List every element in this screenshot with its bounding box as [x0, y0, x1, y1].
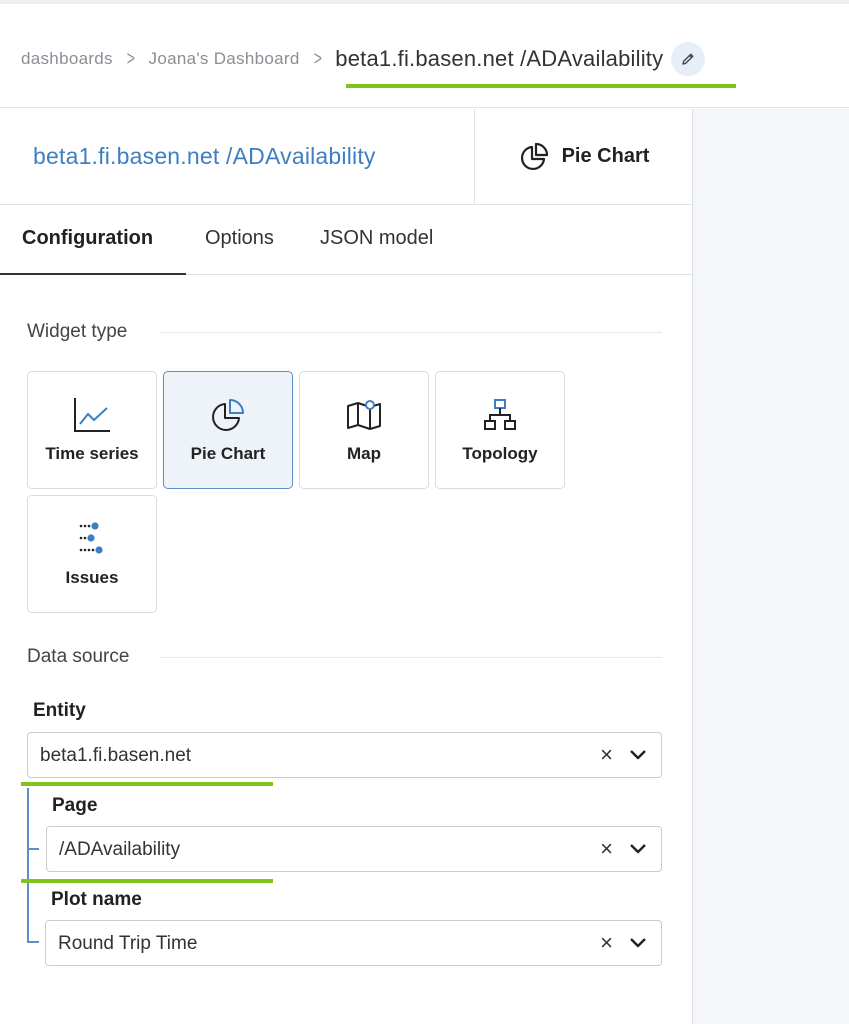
issues-icon: [79, 522, 103, 554]
breadcrumb: dashboards > Joana's Dashboard > beta1.f…: [21, 42, 706, 76]
widget-option-time-series[interactable]: Time series: [27, 371, 157, 489]
widget-type-indicator: Pie Chart: [474, 109, 692, 204]
data-source-heading: Data source: [27, 646, 130, 667]
tab-options[interactable]: Options: [205, 227, 274, 250]
section-divider: [160, 332, 662, 333]
section-divider: [160, 657, 662, 658]
widget-option-issues[interactable]: Issues: [27, 495, 157, 613]
widget-option-pie-chart[interactable]: Pie Chart: [163, 371, 293, 489]
entity-select[interactable]: beta1.fi.basen.net ×: [27, 732, 662, 778]
entity-value: beta1.fi.basen.net: [40, 745, 192, 766]
tab-json-model[interactable]: JSON model: [320, 227, 433, 250]
widget-type-label: Pie Chart: [561, 145, 650, 167]
line-chart-icon: [74, 398, 110, 432]
breadcrumb-separator: >: [126, 47, 135, 70]
breadcrumb-current-widget: beta1.fi.basen.net /ADAvailability: [335, 46, 664, 71]
page-select[interactable]: /ADAvailability ×: [46, 826, 662, 872]
pencil-icon: [682, 53, 694, 65]
tab-configuration[interactable]: Configuration: [22, 227, 153, 250]
tree-connector: [27, 941, 39, 943]
highlight-underline-entity: [21, 782, 273, 786]
page-value: /ADAvailability: [59, 839, 181, 860]
widget-option-label: Issues: [65, 568, 119, 587]
active-tab-indicator: [0, 273, 186, 275]
chevron-down-icon[interactable]: [629, 937, 647, 949]
highlight-underline-title: [346, 84, 736, 88]
entity-label: Entity: [33, 700, 86, 721]
panel-header: beta1.fi.basen.net /ADAvailability Pie C…: [0, 109, 692, 205]
clear-icon[interactable]: ×: [600, 930, 613, 956]
widget-editor-panel: beta1.fi.basen.net /ADAvailability Pie C…: [0, 109, 693, 1024]
widget-option-map[interactable]: Map: [299, 371, 429, 489]
clear-icon[interactable]: ×: [600, 836, 613, 862]
widget-option-label: Map: [347, 444, 381, 463]
tree-connector: [27, 788, 29, 941]
page-label: Page: [52, 795, 98, 816]
topology-icon: [484, 399, 516, 430]
clear-icon[interactable]: ×: [600, 742, 613, 768]
plot-name-value: Round Trip Time: [58, 933, 198, 954]
plot-name-select[interactable]: Round Trip Time ×: [45, 920, 662, 966]
pie-chart-icon: [212, 399, 244, 431]
breadcrumb-separator: >: [313, 47, 322, 70]
edit-title-button[interactable]: [671, 42, 706, 76]
widget-option-label: Topology: [462, 444, 538, 463]
widget-option-label: Time series: [45, 444, 139, 463]
map-icon: [347, 400, 381, 430]
editor-tabs: Configuration Options JSON model: [0, 205, 692, 275]
highlight-underline-page: [21, 879, 273, 883]
plot-name-label: Plot name: [51, 889, 142, 910]
widget-type-heading: Widget type: [27, 321, 128, 342]
chevron-down-icon[interactable]: [629, 843, 647, 855]
canvas-background: [693, 109, 849, 1024]
widget-option-topology[interactable]: Topology: [435, 371, 565, 489]
pie-chart-icon: [520, 142, 548, 170]
widget-option-label: Pie Chart: [190, 444, 266, 463]
chevron-down-icon[interactable]: [629, 749, 647, 761]
tree-connector: [27, 848, 39, 850]
breadcrumb-joanas-dashboard[interactable]: Joana's Dashboard: [149, 49, 300, 69]
breadcrumb-dashboards[interactable]: dashboards: [21, 49, 113, 69]
top-bar: dashboards > Joana's Dashboard > beta1.f…: [0, 0, 849, 108]
panel-title: beta1.fi.basen.net /ADAvailability: [33, 143, 376, 169]
